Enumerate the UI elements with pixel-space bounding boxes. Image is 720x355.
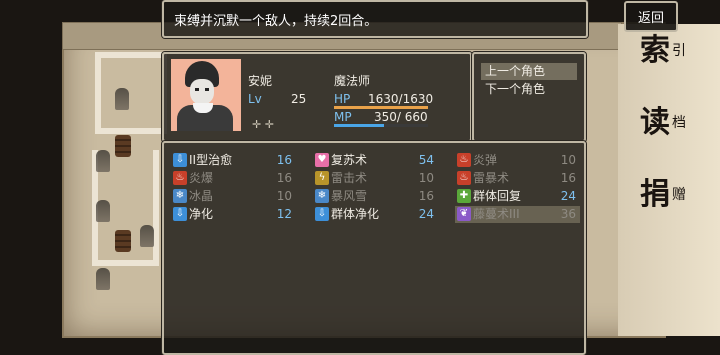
actor-status-window: 安妮 Lv 25 魔法师 HP 1630/1630 MP 350/ 660 ✛ … bbox=[162, 52, 472, 142]
map-character-sprite bbox=[140, 225, 154, 247]
skill-cost: 10 bbox=[276, 189, 292, 203]
ice-icon: ❄ bbox=[315, 189, 329, 203]
skill-description: 束缚并沉默一个敌人，持续2回合。 bbox=[174, 14, 378, 29]
heal-icon: ⇩ bbox=[173, 207, 187, 221]
skill-item[interactable]: ♨ 雷暴术 16 bbox=[455, 170, 580, 187]
thunder-icon: ϟ bbox=[315, 171, 329, 185]
skill-name: II型治愈 bbox=[189, 153, 233, 167]
skill-cost: 16 bbox=[418, 189, 434, 203]
skill-item[interactable]: ⇩ 净化 12 bbox=[171, 206, 296, 223]
hp-gauge bbox=[334, 106, 428, 109]
map-barrel bbox=[115, 135, 131, 157]
map-barrel bbox=[115, 230, 131, 252]
heal-icon: ⇩ bbox=[173, 153, 187, 167]
map-character-sprite bbox=[96, 200, 110, 222]
skill-cost: 16 bbox=[560, 171, 576, 185]
skill-cost: 16 bbox=[276, 171, 292, 185]
map-character-sprite bbox=[96, 268, 110, 290]
skill-item[interactable]: ❄ 暴风雪 16 bbox=[313, 188, 438, 205]
fire-icon: ♨ bbox=[173, 171, 187, 185]
actor-name: 安妮 bbox=[248, 74, 273, 88]
mp-label: MP bbox=[334, 110, 352, 124]
skill-item[interactable]: ♨ 炎爆 16 bbox=[171, 170, 296, 187]
side-menu-donate[interactable]: 捐赠 bbox=[640, 180, 686, 210]
group-heal-icon: ✚ bbox=[457, 189, 471, 203]
skill-name: 炎爆 bbox=[189, 171, 214, 185]
skill-item[interactable]: ✚ 群体回复 24 bbox=[455, 188, 580, 205]
skill-name: 暴风雪 bbox=[331, 189, 368, 203]
skill-name: 冰晶 bbox=[189, 189, 214, 203]
skill-cost: 54 bbox=[418, 153, 434, 167]
help-window: 束缚并沉默一个敌人，持续2回合。 bbox=[162, 0, 588, 38]
actor-class: 魔法师 bbox=[334, 74, 371, 88]
prev-actor-button[interactable]: 上一个角色 bbox=[481, 63, 577, 80]
skill-name: 藤蔓术III bbox=[473, 207, 520, 221]
skill-cost: 10 bbox=[560, 153, 576, 167]
skill-name: 复苏术 bbox=[331, 153, 368, 167]
vine-icon: ❦ bbox=[457, 207, 471, 221]
actor-nav-window: 上一个角色 下一个角色 bbox=[472, 52, 586, 142]
skill-cost: 12 bbox=[276, 207, 292, 221]
skill-item[interactable]: ⇩ 群体净化 24 bbox=[313, 206, 438, 223]
skill-item[interactable]: ⇩ II型治愈 16 bbox=[171, 152, 296, 169]
skill-name: 炎弹 bbox=[473, 153, 498, 167]
mp-gauge-fill bbox=[334, 124, 384, 127]
skill-cost: 24 bbox=[560, 189, 576, 203]
map-character-sprite bbox=[96, 150, 110, 172]
mp-gauge bbox=[334, 124, 428, 127]
side-menu-index[interactable]: 索引 bbox=[640, 36, 686, 66]
sparkle-icon: ✛ ✛ bbox=[252, 118, 274, 131]
skill-cost: 10 bbox=[418, 171, 434, 185]
hp-label: HP bbox=[334, 92, 351, 106]
skill-name: 雷暴术 bbox=[473, 171, 510, 185]
hp-gauge-fill bbox=[334, 106, 428, 109]
map-room-outline bbox=[95, 52, 167, 134]
skill-cost: 16 bbox=[276, 153, 292, 167]
skill-list-window: ⇩ II型治愈 16 ♥ 复苏术 54 ♨ 炎弹 10 ♨ 炎爆 16 ϟ 雷击术 10 ♨ 雷暴术 16 ❄ 冰晶 1… bbox=[162, 141, 586, 355]
actor-portrait bbox=[171, 59, 241, 131]
next-actor-button[interactable]: 下一个角色 bbox=[481, 81, 577, 98]
side-menu-load[interactable]: 读档 bbox=[640, 108, 686, 138]
ice-icon: ❄ bbox=[173, 189, 187, 203]
level-value: 25 bbox=[291, 92, 307, 106]
skill-item[interactable]: ❄ 冰晶 10 bbox=[171, 188, 296, 205]
skill-cost: 36 bbox=[560, 207, 576, 221]
fire-icon: ♨ bbox=[457, 153, 471, 167]
skill-name: 雷击术 bbox=[331, 171, 368, 185]
hp-value: 1630/1630 bbox=[368, 92, 434, 106]
skill-item[interactable]: ❦ 藤蔓术III 36 bbox=[455, 206, 580, 223]
mp-value: 350/ 660 bbox=[374, 110, 428, 124]
map-character-sprite bbox=[115, 88, 129, 110]
skill-cost: 24 bbox=[418, 207, 434, 221]
fire-icon: ♨ bbox=[457, 171, 471, 185]
heal-icon: ⇩ bbox=[315, 207, 329, 221]
skill-name: 群体净化 bbox=[331, 207, 380, 221]
skill-item[interactable]: ϟ 雷击术 10 bbox=[313, 170, 438, 187]
skill-item[interactable]: ♥ 复苏术 54 bbox=[313, 152, 438, 169]
skill-name: 群体回复 bbox=[473, 189, 522, 203]
skill-name: 净化 bbox=[189, 207, 214, 221]
back-button[interactable]: 返回 bbox=[624, 1, 678, 32]
heart-icon: ♥ bbox=[315, 153, 329, 167]
skill-item[interactable]: ♨ 炎弹 10 bbox=[455, 152, 580, 169]
level-label: Lv bbox=[248, 92, 262, 106]
